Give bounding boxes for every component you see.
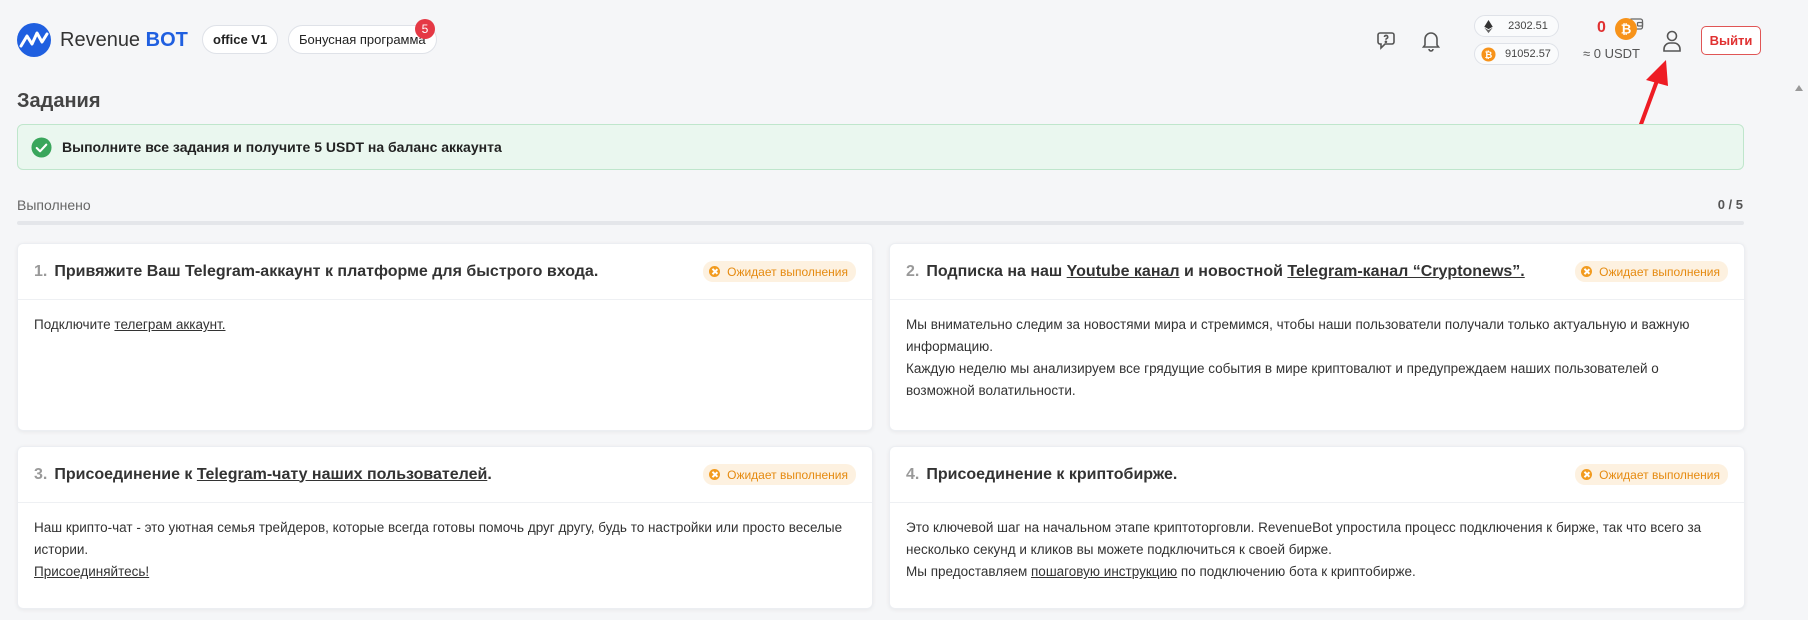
balance-value: 0 [1597, 19, 1606, 36]
task-text: Подключите [34, 317, 115, 332]
page-title: Задания [17, 90, 101, 112]
task-card-4: 4. Присоединение к криптобирже. Ожидает … [889, 446, 1745, 609]
task-card-2: 2. Подписка на наш Youtube канал и новос… [889, 243, 1745, 431]
telegram-chat-link[interactable]: Telegram-чату наших пользователей [197, 466, 487, 483]
status-badge: Ожидает выполнения [703, 261, 856, 282]
task-number: 3. [34, 465, 48, 483]
logo[interactable]: Revenue BOT [16, 22, 188, 58]
ethereum-icon [1484, 19, 1493, 33]
task-card-header: 1. Привяжите Ваш Telegram-аккаунт к плат… [18, 244, 872, 300]
status-badge: Ожидает выполнения [1575, 261, 1728, 282]
status-text: Ожидает выполнения [727, 467, 848, 482]
task-number: 1. [34, 262, 48, 280]
eth-price-value: 2302.51 [1508, 20, 1548, 32]
task-body: Подключите телеграм аккаунт. [18, 300, 872, 336]
alert-text: Выполните все задания и получите 5 USDT … [62, 139, 502, 155]
progress-count: 0 / 5 [1717, 197, 1743, 212]
btc-price-ticker: ₿ 91052.57 [1474, 43, 1559, 65]
task-text: Мы предоставляем пошаговую инструкцию по… [906, 564, 1416, 579]
telegram-channel-link[interactable]: Telegram-канал “Cryptonews”. [1287, 263, 1524, 280]
svg-text:₿: ₿ [1621, 23, 1632, 38]
task-title: Присоединение к криптобирже. [926, 465, 1178, 483]
info-alert: Выполните все задания и получите 5 USDT … [17, 124, 1744, 170]
check-circle-icon [31, 136, 52, 158]
progress-label: Выполнено [17, 197, 91, 213]
bitcoin-balance-icon: ₿ [1615, 18, 1637, 40]
progress-bar [17, 221, 1744, 225]
office-version-button[interactable]: office V1 [202, 25, 279, 54]
logout-button[interactable]: Выйти [1701, 26, 1761, 55]
top-header: Revenue BOT office V1 Бонусная программа… [0, 0, 1808, 148]
pending-icon [709, 469, 721, 480]
status-badge: Ожидает выполнения [703, 464, 856, 485]
task-card-header: 3. Присоединение к Telegram-чату наших п… [18, 447, 872, 503]
task-text: Мы внимательно следим за новостями мира … [906, 317, 1690, 354]
status-badge: Ожидает выполнения [1575, 464, 1728, 485]
revenuebot-logo-icon [17, 23, 51, 57]
task-body: Мы внимательно следим за новостями мира … [890, 300, 1744, 402]
notifications-bell-icon[interactable] [1419, 28, 1443, 52]
task-body: Наш крипто-чат - это уютная семья трейде… [18, 503, 872, 583]
status-text: Ожидает выполнения [727, 264, 848, 279]
task-card-3: 3. Присоединение к Telegram-чату наших п… [17, 446, 873, 609]
task-card-header: 4. Присоединение к криптобирже. Ожидает … [890, 447, 1744, 503]
support-chat-icon[interactable] [1376, 28, 1400, 52]
btc-price-value: 91052.57 [1505, 48, 1551, 60]
join-chat-link[interactable]: Присоединяйтесь! [34, 564, 149, 579]
svg-text:₿: ₿ [1485, 49, 1493, 60]
task-title: Присоединение к Telegram-чату наших поль… [54, 465, 492, 483]
pending-icon [709, 266, 721, 277]
eth-price-ticker: 2302.51 [1474, 15, 1559, 37]
task-text: Это ключевой шаг на начальном этапе крип… [906, 520, 1702, 557]
user-profile-icon[interactable] [1660, 28, 1684, 54]
task-title: Привяжите Ваш Telegram-аккаунт к платфор… [54, 262, 599, 280]
telegram-account-link[interactable]: телеграм аккаунт. [114, 317, 225, 332]
scrollbar-up-arrow[interactable] [1795, 85, 1803, 91]
pending-icon [1581, 266, 1593, 277]
task-number: 4. [906, 465, 920, 483]
status-text: Ожидает выполнения [1599, 467, 1720, 482]
task-text: Наш крипто-чат - это уютная семья трейде… [34, 520, 843, 557]
task-title: Подписка на наш Youtube канал и новостно… [926, 262, 1525, 280]
step-by-step-guide-link[interactable]: пошаговую инструкцию [1031, 564, 1177, 579]
logo-text: Revenue BOT [60, 28, 188, 51]
task-card-1: 1. Привяжите Ваш Telegram-аккаунт к плат… [17, 243, 873, 431]
task-number: 2. [906, 262, 920, 280]
status-text: Ожидает выполнения [1599, 264, 1720, 279]
youtube-channel-link[interactable]: Youtube канал [1067, 263, 1180, 280]
bitcoin-icon: ₿ [1481, 46, 1496, 62]
task-card-header: 2. Подписка на наш Youtube канал и новос… [890, 244, 1744, 300]
pending-icon [1581, 469, 1593, 480]
bonus-count-badge: 5 [415, 19, 435, 39]
task-text: Каждую неделю мы анализируем все грядущи… [906, 361, 1659, 398]
task-body: Это ключевой шаг на начальном этапе крип… [890, 503, 1744, 583]
